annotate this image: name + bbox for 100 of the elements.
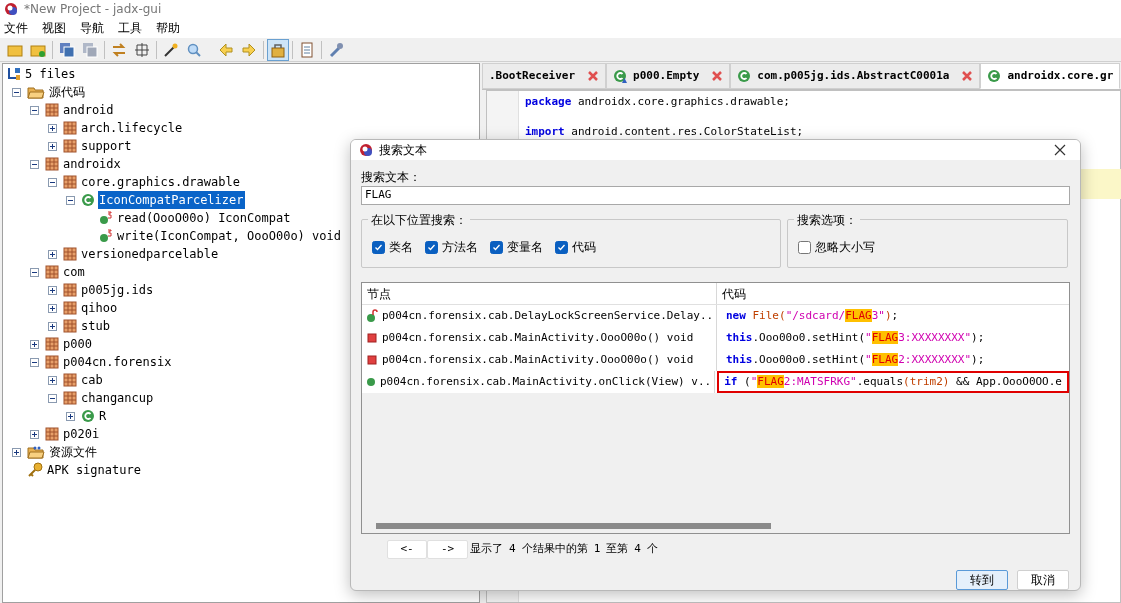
expand-icon[interactable] <box>47 285 57 295</box>
go-to-button[interactable]: 转到 <box>956 570 1008 590</box>
table-cell[interactable]: new File("/sdcard/FLAG3"); <box>719 304 906 328</box>
tree-item[interactable]: 源代码 <box>48 83 86 101</box>
checkbox-label: 变量名 <box>507 239 543 256</box>
package-icon <box>45 265 59 279</box>
class-icon <box>987 69 1002 83</box>
tree-item[interactable]: R <box>98 407 108 425</box>
tab-label: com.p005jg.ids.AbstractC0001a <box>757 67 950 84</box>
cancel-button[interactable]: 取消 <box>1017 570 1069 590</box>
field-icon <box>366 309 378 323</box>
tree-item[interactable]: com <box>62 263 86 281</box>
package-icon <box>45 337 59 351</box>
collapse-icon[interactable] <box>29 267 39 277</box>
package-icon <box>63 391 77 405</box>
tree-item[interactable]: 5 files <box>25 65 76 83</box>
tree-item[interactable]: changancup <box>80 389 155 407</box>
tree-item[interactable]: APK signature <box>46 461 142 479</box>
collapse-icon[interactable] <box>47 393 57 403</box>
tree-item[interactable]: p000 <box>62 335 93 353</box>
menu-item[interactable]: 帮助 <box>156 19 180 37</box>
tab-label: .BootReceiver <box>489 67 576 84</box>
collapse-icon[interactable] <box>65 195 75 205</box>
checkbox[interactable] <box>490 240 503 254</box>
editor-tab[interactable]: androidx.core.gr <box>980 63 1121 89</box>
menu-item[interactable]: 文件 <box>4 19 28 37</box>
checkbox[interactable] <box>372 240 385 254</box>
tree-item[interactable]: p020i <box>62 425 101 443</box>
class-icon <box>81 193 95 207</box>
checkbox-label: 方法名 <box>442 239 478 256</box>
collapse-icon[interactable] <box>29 357 39 367</box>
tree-item[interactable]: read(OooO00o) IconCompat <box>116 209 292 227</box>
column-header[interactable]: 代码 <box>717 283 1069 304</box>
tree-item[interactable]: qihoo <box>80 299 119 317</box>
tree-item[interactable]: 资源文件 <box>48 443 98 461</box>
tree-item[interactable]: support <box>80 137 133 155</box>
table-cell[interactable]: p004cn.forensix.cab.MainActivity.onClick(View) v.. <box>380 373 712 391</box>
collapse-icon[interactable] <box>11 87 21 97</box>
private-method-icon <box>367 333 377 343</box>
collapse-icon[interactable] <box>29 159 39 169</box>
class-warning-icon <box>613 69 628 83</box>
editor-tab[interactable]: com.p005jg.ids.AbstractC0001a <box>730 63 981 89</box>
tree-item[interactable]: androidx <box>62 155 122 173</box>
tree-item[interactable]: arch.lifecycle <box>80 119 184 137</box>
class-icon <box>81 409 95 423</box>
folder-icon <box>27 445 45 459</box>
checkbox-label: 类名 <box>389 239 413 256</box>
tree-item[interactable]: versionedparcelable <box>80 245 220 263</box>
checkbox[interactable] <box>798 240 811 254</box>
close-icon[interactable] <box>1054 144 1066 156</box>
table-cell[interactable]: p004cn.forensix.cab.MainActivity.OooO00o() void <box>382 351 694 369</box>
expand-icon[interactable] <box>47 303 57 313</box>
tab-label: p000.Empty <box>633 67 700 84</box>
editor-tab[interactable]: p000.Empty <box>606 63 731 89</box>
expand-icon[interactable] <box>47 375 57 385</box>
expand-icon[interactable] <box>65 411 75 421</box>
group-title: 在以下位置搜索： <box>368 211 470 229</box>
horizontal-scrollbar[interactable] <box>376 523 771 529</box>
tree-item[interactable]: p005jg.ids <box>80 281 155 299</box>
expand-icon[interactable] <box>47 321 57 331</box>
editor-tab[interactable]: .BootReceiver <box>482 63 607 89</box>
checkbox[interactable] <box>425 240 438 254</box>
table-cell[interactable]: this.Ooo00o0.setHint("FLAG3:XXXXXXXX"); <box>719 326 992 350</box>
expand-icon[interactable] <box>29 339 39 349</box>
package-icon <box>63 301 77 315</box>
previous-button[interactable]: <- <box>387 540 427 559</box>
code-line: import android.content.res.ColorStateList; <box>525 124 804 139</box>
method-icon <box>366 377 376 387</box>
collapse-icon[interactable] <box>47 177 57 187</box>
window-title: *New Project - jadx-gui <box>24 1 162 18</box>
table-cell[interactable]: p004cn.forensix.cab.DelayLockScreenService.Delay.. <box>382 307 714 325</box>
checkbox[interactable] <box>555 240 568 254</box>
expand-icon[interactable] <box>47 249 57 259</box>
tree-item[interactable]: p004cn.forensix <box>62 353 173 371</box>
tree-item[interactable]: core.graphics.drawable <box>80 173 241 191</box>
next-button[interactable]: -> <box>427 540 468 559</box>
tree-item[interactable]: IconCompatParcelizer <box>98 191 245 209</box>
tree-item[interactable]: write(IconCompat, OooO00o) void <box>116 227 342 245</box>
code-line: package androidx.core.graphics.drawable; <box>525 94 791 109</box>
menu-item[interactable]: 工具 <box>118 19 142 37</box>
expand-icon[interactable] <box>29 429 39 439</box>
private-method-icon <box>367 355 377 365</box>
expand-icon[interactable] <box>47 123 57 133</box>
collapse-icon[interactable] <box>29 105 39 115</box>
tree-item[interactable]: cab <box>80 371 104 389</box>
tree-item[interactable]: android <box>62 101 115 119</box>
package-icon <box>63 373 77 387</box>
tree-item[interactable]: stub <box>80 317 111 335</box>
menu-item[interactable]: 视图 <box>42 19 66 37</box>
method-icon <box>99 229 113 243</box>
table-cell[interactable]: this.Ooo00o0.setHint("FLAG2:XXXXXXXX"); <box>719 348 992 372</box>
table-cell[interactable]: p004cn.forensix.cab.MainActivity.OooO00o() void <box>382 329 694 347</box>
menu-item[interactable]: 导航 <box>80 19 104 37</box>
key-icon <box>27 462 43 478</box>
expand-icon[interactable] <box>47 141 57 151</box>
search-field[interactable]: FLAG <box>361 186 1070 205</box>
expand-icon[interactable] <box>11 447 21 457</box>
package-icon <box>63 121 77 135</box>
package-icon <box>45 103 59 117</box>
column-header[interactable]: 节点 <box>362 283 717 304</box>
